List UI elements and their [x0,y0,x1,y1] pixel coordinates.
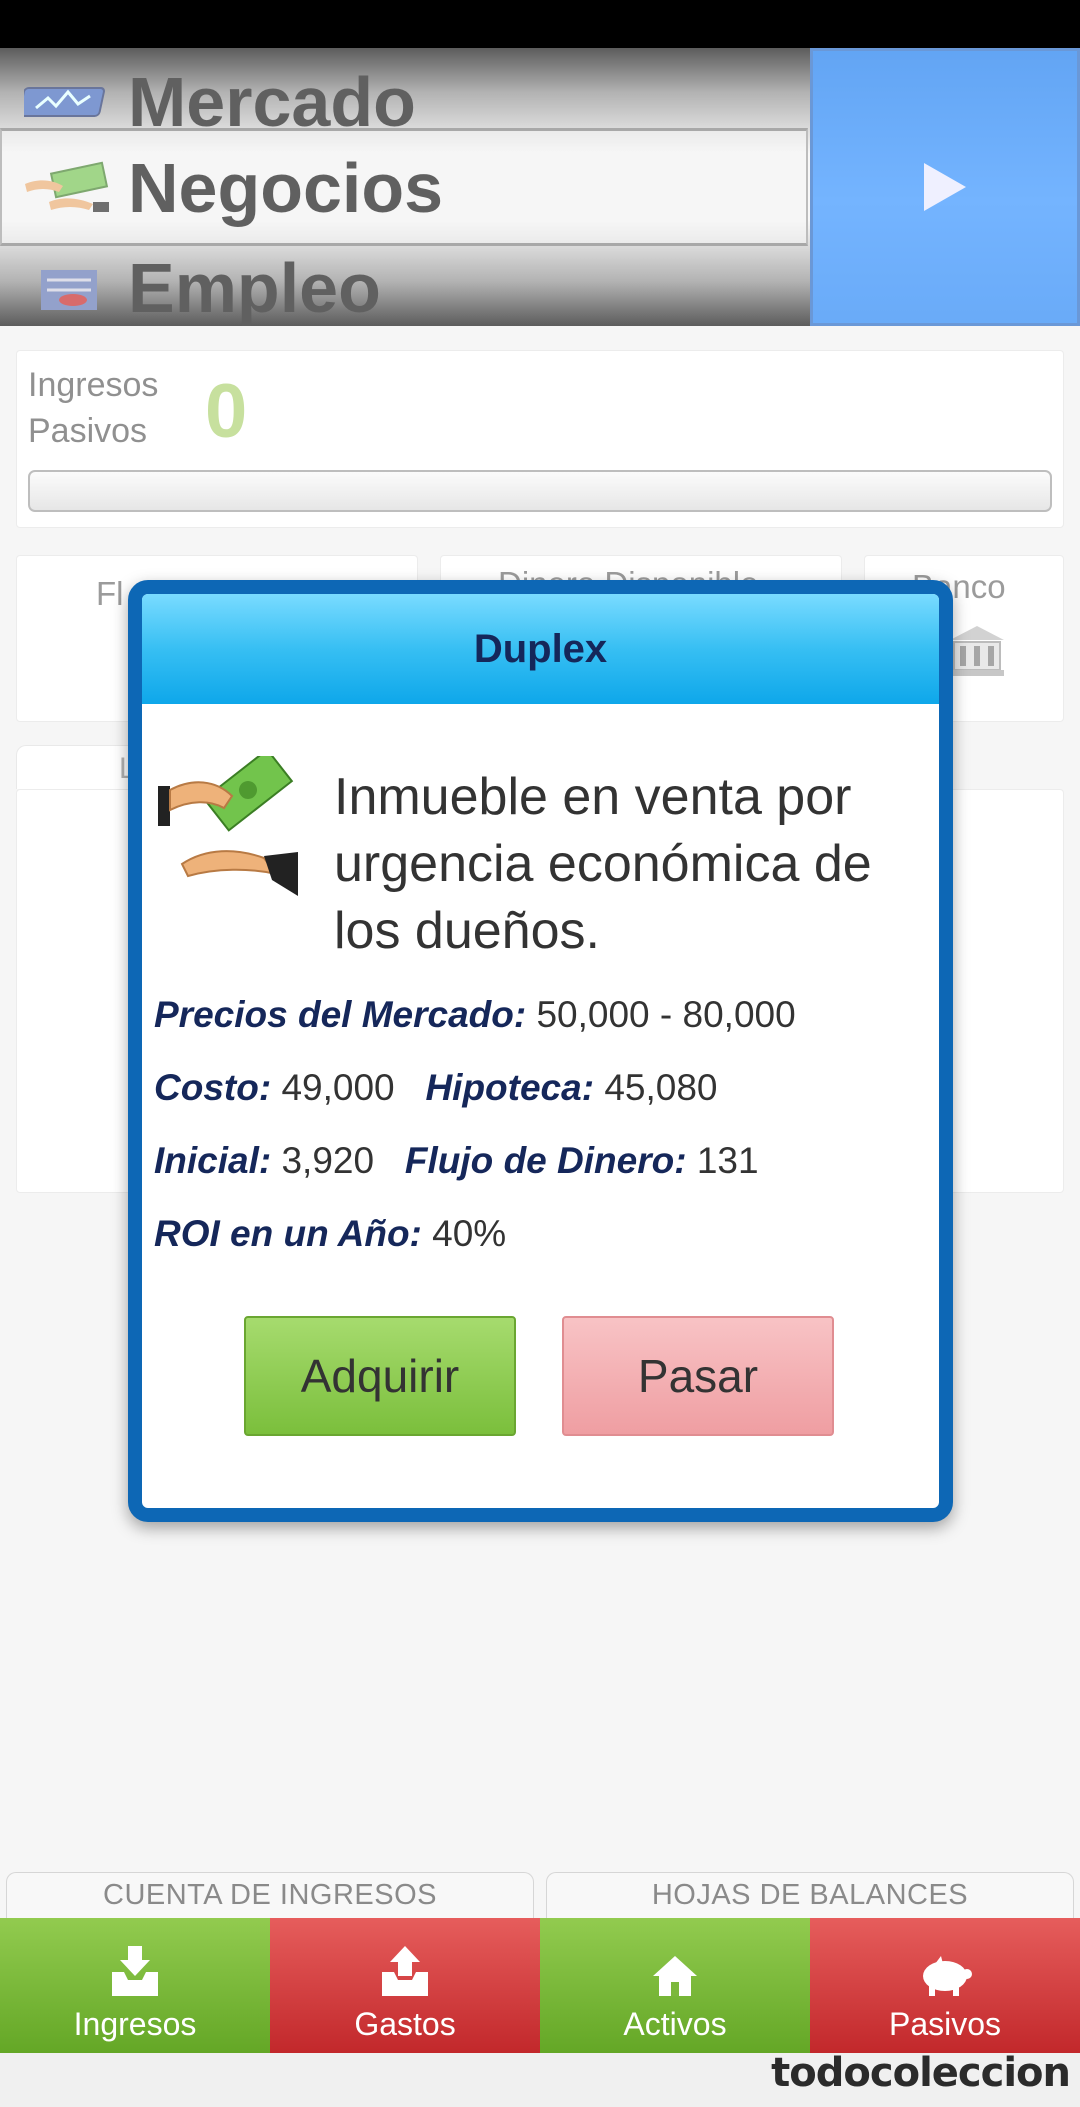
inbox-download-icon [110,1918,160,1998]
outbox-upload-icon [380,1918,430,1998]
status-bar [0,0,1080,48]
cost-mortgage-line: Costo: 49,000 Hipoteca: 45,080 [154,1067,717,1109]
deal-dialog-header: Duplex [142,594,939,704]
balance-sheets-tab[interactable]: HOJAS DE BALANCES [546,1872,1074,1918]
roi-line: ROI en un Año: 40% [154,1213,506,1255]
roi-label: ROI en un Año: [154,1213,422,1254]
piggy-bank-icon [917,1918,973,1998]
market-price-line: Precios del Mercado: 50,000 - 80,000 [154,994,796,1036]
cost-value: 49,000 [281,1067,395,1108]
nav-ingresos-label: Ingresos [73,2006,197,2042]
deal-dialog-title: Duplex [473,626,608,671]
pass-button[interactable]: Pasar [562,1316,834,1436]
house-icon [651,1918,699,1998]
mortgage-value: 45,080 [604,1067,718,1108]
nav-activos-label: Activos [623,2006,727,2042]
deal-description: Inmueble en venta por urgencia económica… [334,768,872,960]
cashflow-value: 131 [696,1140,759,1181]
down-payment-label: Inicial: [154,1140,272,1181]
cost-label: Costo: [154,1067,272,1108]
watermark: todocoleccion [771,2050,1071,2096]
nav-gastos-label: Gastos [354,2006,456,2042]
income-statement-tab[interactable]: CUENTA DE INGRESOS [6,1872,534,1918]
nav-activos[interactable]: Activos [540,1918,810,2053]
acquire-button[interactable]: Adquirir [244,1316,516,1436]
down-cashflow-line: Inicial: 3,920 Flujo de Dinero: 131 [154,1140,759,1182]
nav-ingresos[interactable]: Ingresos [0,1918,270,2053]
nav-pasivos-label: Pasivos [888,2006,1002,2042]
market-price-value: 50,000 - 80,000 [536,994,796,1035]
market-price-label: Precios del Mercado: [154,994,527,1035]
deal-dialog: Duplex Inmueble en venta por urgencia ec… [128,580,953,1522]
nav-gastos[interactable]: Gastos [270,1918,540,2053]
down-payment-value: 3,920 [281,1140,375,1181]
roi-value: 40% [432,1213,507,1254]
mortgage-label: Hipoteca: [425,1067,595,1108]
nav-pasivos[interactable]: Pasivos [810,1918,1080,2053]
money-hands-icon [154,748,302,904]
cashflow-label: Flujo de Dinero: [404,1140,687,1181]
